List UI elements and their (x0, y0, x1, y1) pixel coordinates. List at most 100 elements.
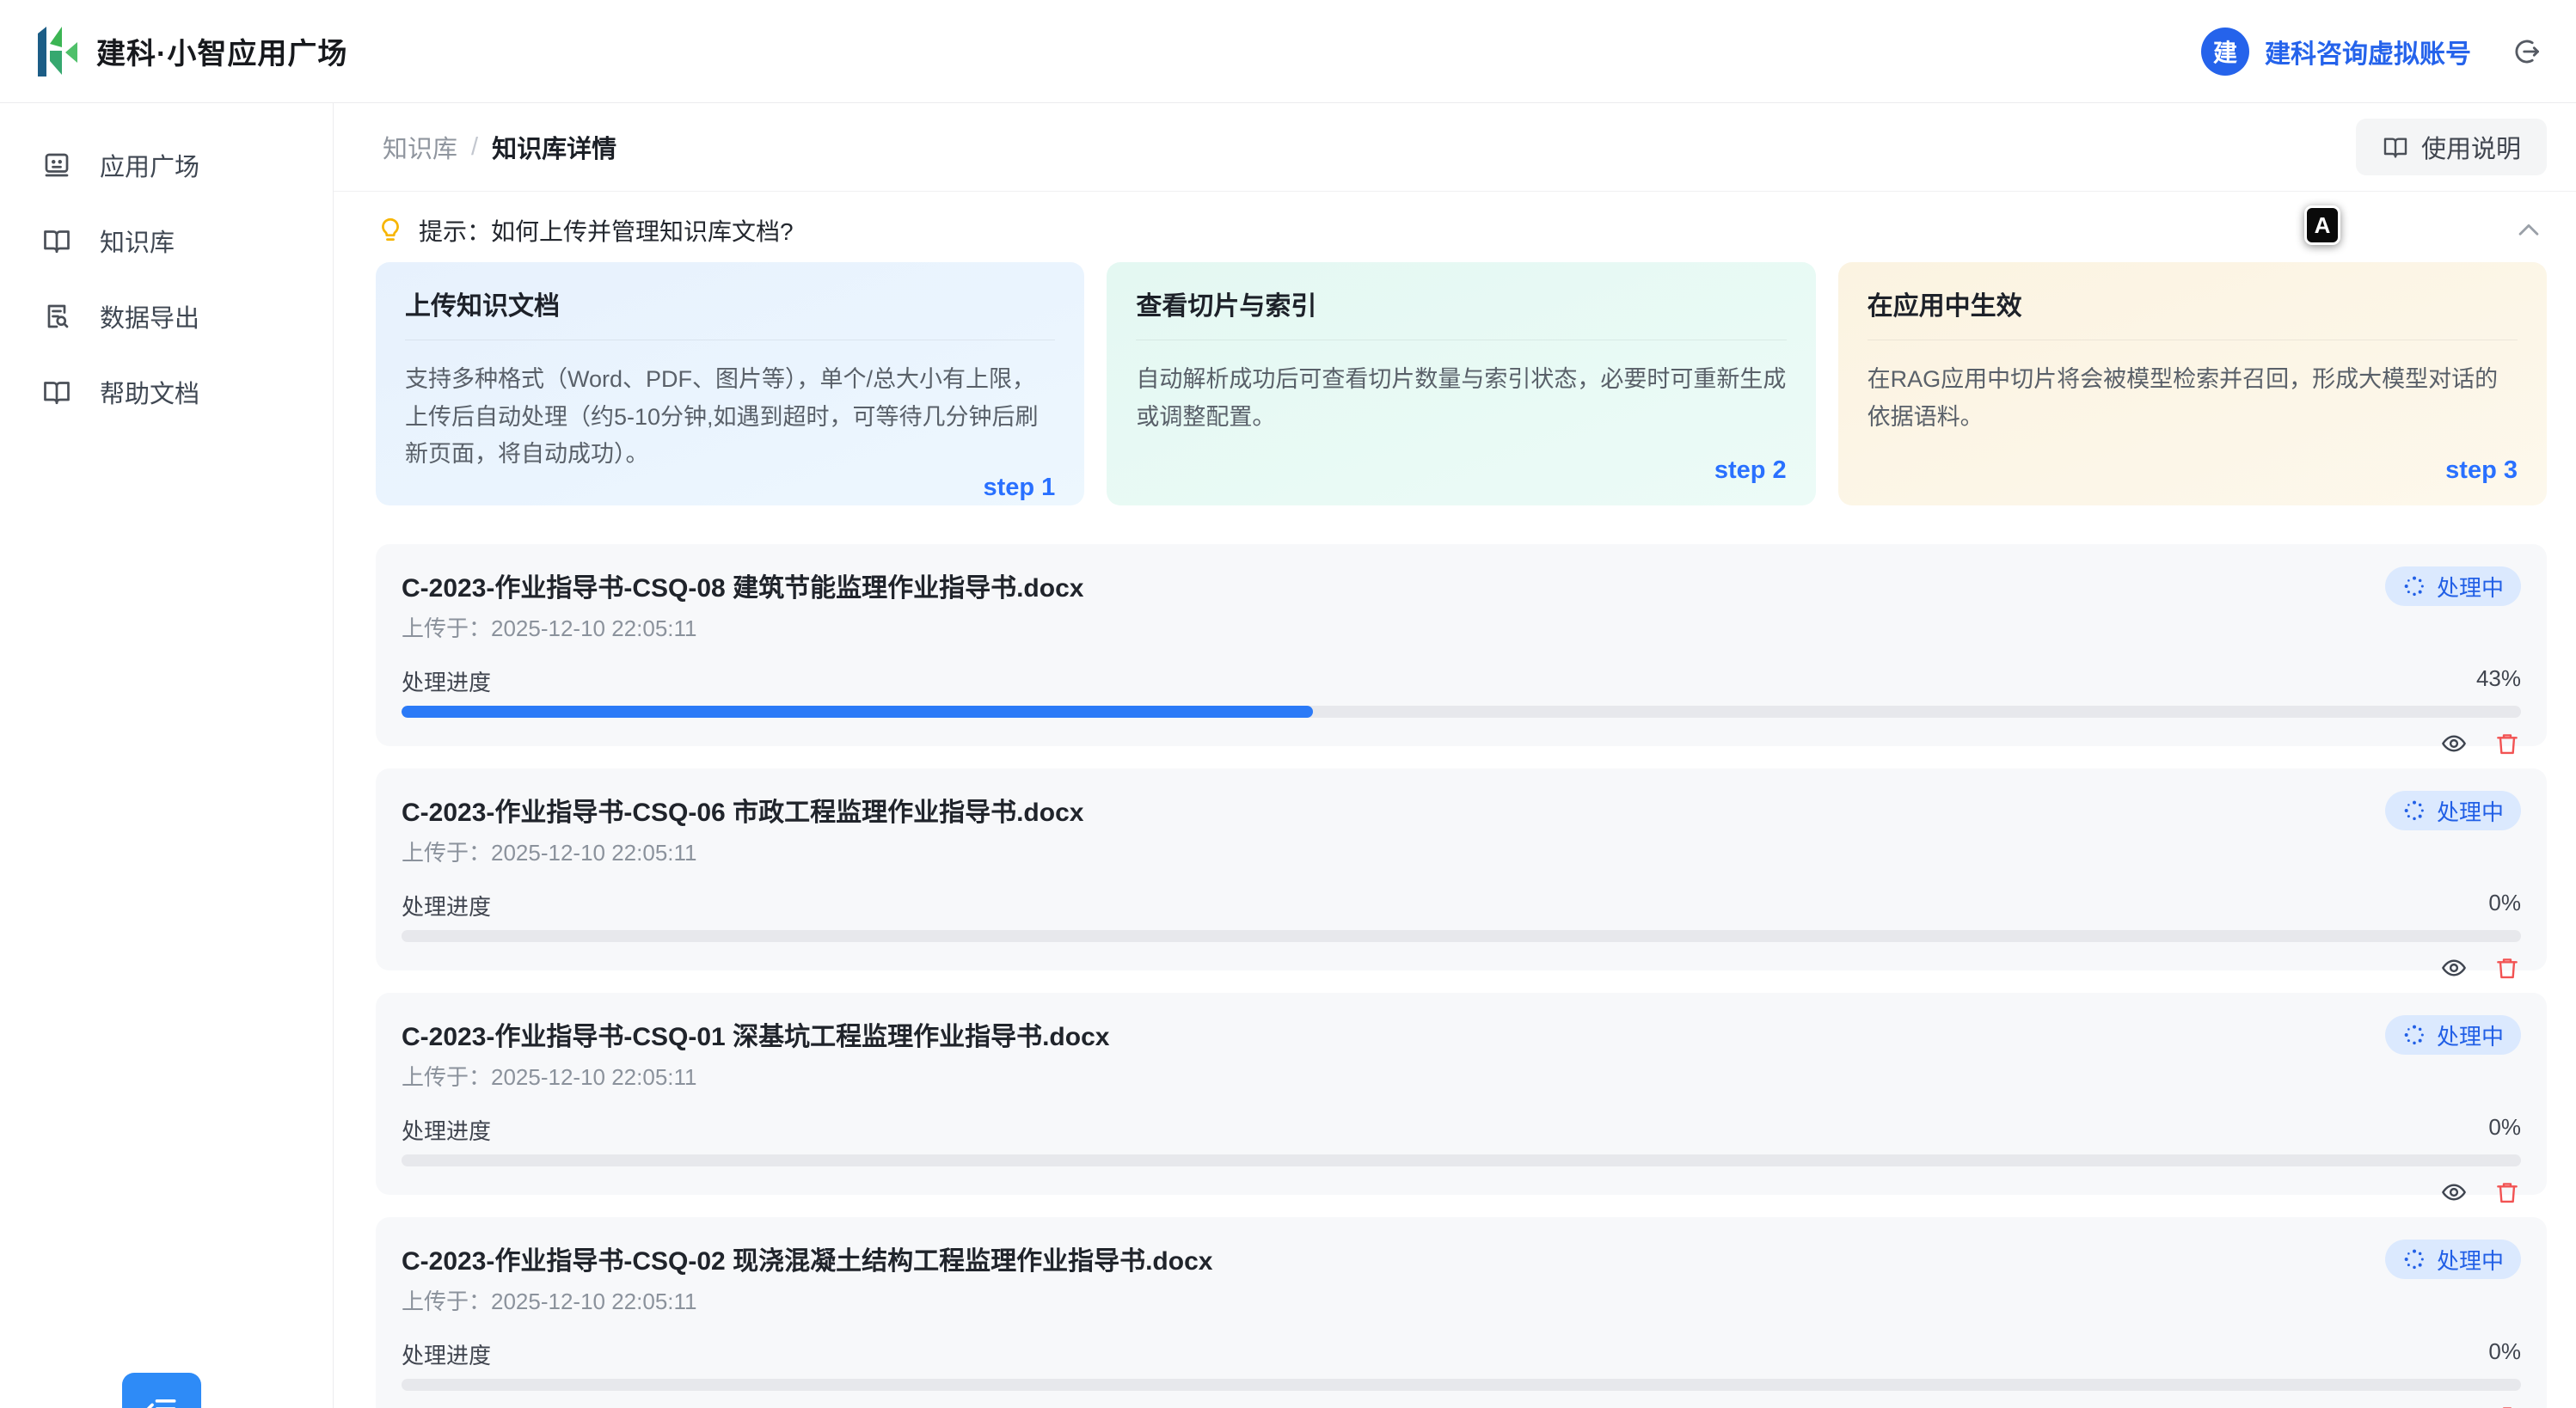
progress-bar (402, 706, 2521, 718)
spinner-dots-icon (2402, 574, 2426, 598)
sidebar-item-app-plaza[interactable]: 应用广场 (0, 127, 333, 203)
step-label: step 2 (1714, 456, 1787, 485)
page-head: 知识库 / 知识库详情 使用说明 (334, 103, 2576, 192)
progress-label: 处理进度 (402, 890, 491, 921)
eye-icon (2440, 730, 2468, 757)
account-name[interactable]: 建科咨询虚拟账号 (2265, 33, 2471, 70)
status-badge: 处理中 (2385, 566, 2521, 606)
sidebar-item-data-export[interactable]: 数据导出 (0, 279, 333, 354)
shortcut-badge-a: A (2304, 205, 2340, 245)
status-label: 处理中 (2437, 795, 2504, 827)
progress-bar (402, 1379, 2521, 1391)
lightbulb-icon (376, 216, 405, 245)
step-card-title: 上传知识文档 (405, 285, 1055, 340)
document-name: C-2023-作业指导书-CSQ-02 现浇混凝土结构工程监理作业指导书.doc… (402, 1240, 1212, 1277)
app-title: 建科·小智应用广场 (96, 30, 347, 72)
document-card: C-2023-作业指导书-CSQ-06 市政工程监理作业指导书.docx 上传于… (376, 768, 2547, 970)
status-label: 处理中 (2437, 571, 2504, 603)
top-header: 建科·小智应用广场 建 建科咨询虚拟账号 (0, 0, 2576, 103)
sidebar-item-label: 应用广场 (100, 147, 199, 183)
view-document-button[interactable] (2440, 730, 2468, 757)
sidebar: 应用广场 知识库 (0, 103, 334, 1408)
view-document-button[interactable] (2440, 1178, 2468, 1206)
trash-icon (2493, 1178, 2521, 1206)
step-card-apply: 在应用中生效 在RAG应用中切片将会被模型检索并召回，形成大模型对话的依据语料。… (1838, 262, 2547, 505)
app-window-icon (41, 150, 72, 181)
collapse-sidebar-fab[interactable] (122, 1373, 201, 1408)
sidebar-item-knowledge-base[interactable]: 知识库 (0, 203, 333, 279)
sidebar-item-label: 帮助文档 (100, 374, 199, 410)
trash-icon (2493, 730, 2521, 757)
step-card-upload: 上传知识文档 支持多种格式（Word、PDF、图片等），单个/总大小有上限，上传… (376, 262, 1084, 505)
document-name: C-2023-作业指导书-CSQ-08 建筑节能监理作业指导书.docx (402, 566, 1083, 604)
breadcrumb-current: 知识库详情 (492, 129, 616, 165)
delete-document-button[interactable] (2493, 1403, 2521, 1408)
step-label: step 1 (984, 474, 1056, 502)
document-upload-time: 上传于：2025-12-10 22:05:11 (402, 611, 1083, 643)
step-card-body: 在RAG应用中切片将会被模型检索并召回，形成大模型对话的依据语料。 (1868, 361, 2518, 436)
progress-percent: 0% (2488, 1338, 2521, 1370)
document-upload-time: 上传于：2025-12-10 22:05:11 (402, 1060, 1109, 1092)
chevron-up-icon (2514, 216, 2543, 245)
status-label: 处理中 (2437, 1244, 2504, 1276)
delete-document-button[interactable] (2493, 1178, 2521, 1206)
brand: 建科·小智应用广场 (34, 23, 347, 80)
document-card: C-2023-作业指导书-CSQ-08 建筑节能监理作业指导书.docx 上传于… (376, 544, 2547, 746)
progress-percent: 0% (2488, 1114, 2521, 1146)
content: 提示：如何上传并管理知识库文档? A 上传知识文档 支持多种格式 (334, 192, 2576, 1408)
step-cards: 上传知识文档 支持多种格式（Word、PDF、图片等），单个/总大小有上限，上传… (376, 262, 2547, 505)
step-card-title: 查看切片与索引 (1136, 285, 1786, 340)
progress-label: 处理进度 (402, 1114, 491, 1146)
open-book-icon (41, 225, 72, 256)
progress-fill (402, 706, 1313, 718)
spinner-dots-icon (2402, 1023, 2426, 1047)
document-list: C-2023-作业指导书-CSQ-08 建筑节能监理作业指导书.docx 上传于… (376, 544, 2547, 1408)
progress-percent: 43% (2476, 665, 2521, 697)
sidebar-item-help-docs[interactable]: 帮助文档 (0, 354, 333, 430)
spinner-dots-icon (2402, 799, 2426, 823)
logout-icon[interactable] (2511, 36, 2542, 67)
spinner-dots-icon (2402, 1247, 2426, 1271)
trash-icon (2493, 1403, 2521, 1408)
view-document-button[interactable] (2440, 954, 2468, 982)
progress-bar (402, 1154, 2521, 1166)
delete-document-button[interactable] (2493, 954, 2521, 982)
eye-icon (2440, 1403, 2468, 1408)
usage-guide-button[interactable]: 使用说明 (2356, 119, 2547, 175)
status-badge: 处理中 (2385, 791, 2521, 830)
tip-row: 提示：如何上传并管理知识库文档? A (376, 205, 2547, 255)
document-upload-time: 上传于：2025-12-10 22:05:11 (402, 836, 1083, 867)
view-document-button[interactable] (2440, 1403, 2468, 1408)
breadcrumb-separator: / (471, 133, 478, 162)
step-card-title: 在应用中生效 (1868, 285, 2518, 340)
avatar[interactable]: 建 (2201, 28, 2249, 76)
open-book-icon (41, 376, 72, 407)
eye-icon (2440, 954, 2468, 982)
status-badge: 处理中 (2385, 1240, 2521, 1279)
document-name: C-2023-作业指导书-CSQ-01 深基坑工程监理作业指导书.docx (402, 1015, 1109, 1053)
document-name: C-2023-作业指导书-CSQ-06 市政工程监理作业指导书.docx (402, 791, 1083, 829)
progress-percent: 0% (2488, 890, 2521, 921)
main-area: 知识库 / 知识库详情 使用说明 (334, 103, 2576, 1408)
progress-label: 处理进度 (402, 665, 491, 697)
status-label: 处理中 (2437, 1019, 2504, 1051)
progress-bar (402, 930, 2521, 942)
document-card: C-2023-作业指导书-CSQ-02 现浇混凝土结构工程监理作业指导书.doc… (376, 1217, 2547, 1408)
step-card-slices: 查看切片与索引 自动解析成功后可查看切片数量与索引状态，必要时可重新生成或调整配… (1107, 262, 1815, 505)
document-search-icon (41, 301, 72, 332)
breadcrumb-parent[interactable]: 知识库 (383, 129, 457, 165)
app-logo-icon (34, 23, 81, 80)
collapse-tips-button[interactable] (2511, 212, 2547, 248)
delete-document-button[interactable] (2493, 730, 2521, 757)
progress-label: 处理进度 (402, 1338, 491, 1370)
collapse-menu-icon (143, 1390, 181, 1408)
step-label: step 3 (2445, 456, 2518, 485)
usage-guide-label: 使用说明 (2421, 129, 2521, 165)
eye-icon (2440, 1178, 2468, 1206)
trash-icon (2493, 954, 2521, 982)
account-area: 建 建科咨询虚拟账号 (2201, 28, 2542, 76)
document-upload-time: 上传于：2025-12-10 22:05:11 (402, 1284, 1212, 1316)
page: 建科·小智应用广场 建 建科咨询虚拟账号 (0, 0, 2576, 1408)
open-book-icon (2382, 133, 2409, 161)
sidebar-item-label: 知识库 (100, 223, 175, 259)
